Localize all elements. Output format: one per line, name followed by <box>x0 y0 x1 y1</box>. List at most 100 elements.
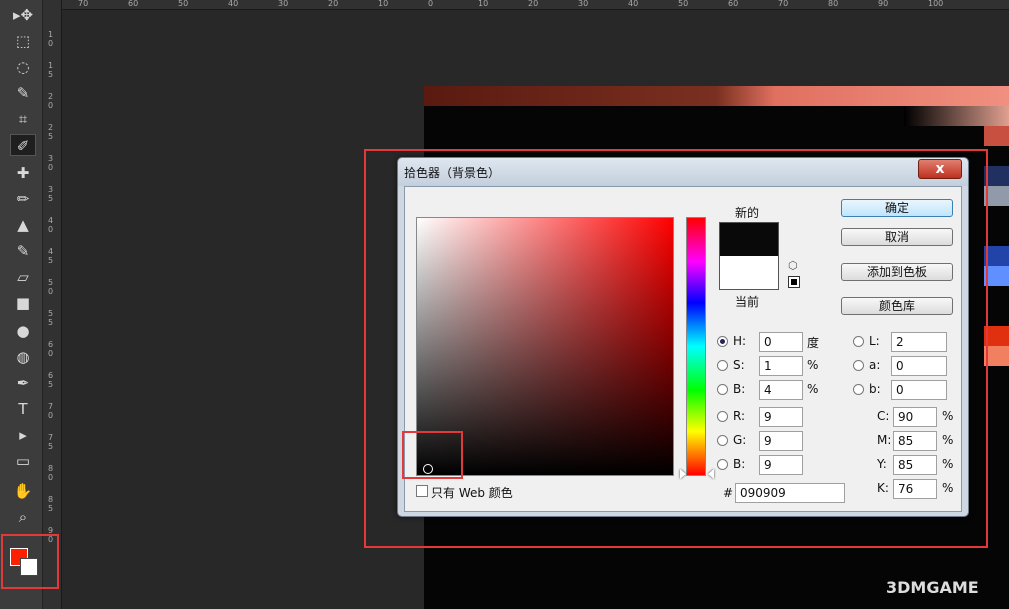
blue-radio[interactable] <box>717 459 728 470</box>
brush-icon[interactable]: ✏ <box>10 188 36 210</box>
cyan-input[interactable]: 90 <box>893 407 937 427</box>
quick-select-icon[interactable]: ✎ <box>10 82 36 104</box>
dialog-titlebar[interactable]: 拾色器（背景色） x <box>398 158 968 186</box>
history-brush-icon[interactable]: ✎ <box>10 240 36 262</box>
hruler-tick-label: 50 <box>678 0 689 8</box>
hue-unit: 度 <box>807 336 820 350</box>
vruler-tick-label: 25 <box>48 123 54 141</box>
green-input[interactable]: 9 <box>759 431 803 451</box>
zoom-icon[interactable]: ⌕ <box>10 506 36 528</box>
brightness-unit: % <box>807 382 819 396</box>
move-icon[interactable]: ▸✥ <box>10 4 36 26</box>
magenta-unit: % <box>942 433 954 447</box>
magenta-input[interactable]: 85 <box>893 431 937 451</box>
close-button[interactable]: x <box>918 159 962 179</box>
add-to-swatches-button[interactable]: 添加到色板 <box>841 263 953 281</box>
hruler-tick-label: 90 <box>878 0 889 8</box>
vruler-tick-label: 50 <box>48 278 54 296</box>
gradient-icon[interactable]: ■ <box>10 292 36 314</box>
hruler-tick-label: 50 <box>178 0 189 8</box>
lab-b-input[interactable]: 0 <box>891 380 947 400</box>
hue-slider[interactable] <box>686 217 706 476</box>
color-picker-dialog: 拾色器（背景色） x 新的 当前 ⬡ 确定 取消 添加到色板 颜色库 H: 0 … <box>397 157 969 517</box>
dialog-title: 拾色器（背景色） <box>404 166 501 180</box>
yellow-unit: % <box>942 457 954 471</box>
vruler-tick-label: 40 <box>48 216 54 234</box>
black-unit: % <box>942 481 954 495</box>
hruler-tick-label: 70 <box>78 0 89 8</box>
watermark: 3DMGAME <box>886 578 979 597</box>
lab-l-label: L: <box>869 334 880 348</box>
blue-label: B: <box>733 457 746 471</box>
hue-label: H: <box>733 334 747 348</box>
3d-cube-icon[interactable]: ⬡ <box>788 259 798 272</box>
vruler-tick-label: 80 <box>48 464 54 482</box>
new-color-swatch <box>719 222 779 256</box>
hex-label: # <box>723 486 734 500</box>
saturation-label: S: <box>733 358 745 372</box>
new-color-label: 新的 <box>735 206 760 220</box>
marquee-icon[interactable]: ⬚ <box>10 30 36 52</box>
vertical-ruler: 10 15 20 25 30 35 40 45 50 55 60 65 70 75 80 85 90 <box>43 0 62 609</box>
vruler-tick-label: 75 <box>48 433 54 451</box>
lab-a-radio[interactable] <box>853 360 864 371</box>
hand-icon[interactable]: ✋ <box>10 480 36 502</box>
lab-l-radio[interactable] <box>853 336 864 347</box>
blue-input[interactable]: 9 <box>759 455 803 475</box>
rectangle-icon[interactable]: ▭ <box>10 450 36 472</box>
stamp-icon[interactable]: ▲ <box>10 214 36 236</box>
current-color-swatch[interactable] <box>719 256 779 290</box>
blur-icon[interactable]: ● <box>10 320 36 342</box>
lasso-icon[interactable]: ◌ <box>10 56 36 78</box>
web-colors-only-label: 只有 Web 颜色 <box>431 486 513 500</box>
hue-slider-right-arrow[interactable] <box>708 469 714 479</box>
color-picker-marker[interactable] <box>423 464 433 474</box>
hue-input[interactable]: 0 <box>759 332 803 352</box>
hex-input[interactable]: 090909 <box>735 483 845 503</box>
ok-button[interactable]: 确定 <box>841 199 953 217</box>
green-radio[interactable] <box>717 435 728 446</box>
saturation-radio[interactable] <box>717 360 728 371</box>
vruler-tick-label: 85 <box>48 495 54 513</box>
eraser-icon[interactable]: ▱ <box>10 266 36 288</box>
background-color-swatch[interactable] <box>20 558 38 576</box>
lab-b-radio[interactable] <box>853 384 864 395</box>
brightness-radio[interactable] <box>717 384 728 395</box>
dialog-body: 新的 当前 ⬡ 确定 取消 添加到色板 颜色库 H: 0 度 S: 1 % B:… <box>404 186 962 512</box>
saturation-brightness-field[interactable] <box>416 217 674 476</box>
red-radio[interactable] <box>717 411 728 422</box>
vruler-tick-label: 65 <box>48 371 54 389</box>
path-select-icon[interactable]: ▸ <box>10 424 36 446</box>
pen-icon[interactable]: ✒ <box>10 372 36 394</box>
eyedropper-icon[interactable]: ✐ <box>10 134 36 156</box>
hruler-tick-label: 40 <box>628 0 639 8</box>
vruler-tick-label: 20 <box>48 92 54 110</box>
hruler-tick-label: 70 <box>778 0 789 8</box>
web-colors-only-checkbox[interactable] <box>416 485 428 497</box>
vruler-tick-label: 15 <box>48 61 54 79</box>
healing-icon[interactable]: ✚ <box>10 162 36 184</box>
brightness-input[interactable]: 4 <box>759 380 803 400</box>
vruler-tick-label: 55 <box>48 309 54 327</box>
red-input[interactable]: 9 <box>759 407 803 427</box>
cancel-button[interactable]: 取消 <box>841 228 953 246</box>
crop-icon[interactable]: ⌗ <box>10 108 36 130</box>
lab-a-input[interactable]: 0 <box>891 356 947 376</box>
cyan-unit: % <box>942 409 954 423</box>
web-safe-alert-icon[interactable] <box>788 276 800 288</box>
vruler-tick-label: 10 <box>48 30 54 48</box>
green-label: G: <box>733 433 747 447</box>
hue-slider-left-arrow[interactable] <box>680 469 686 479</box>
vruler-tick-label: 35 <box>48 185 54 203</box>
black-input[interactable]: 76 <box>893 479 937 499</box>
hruler-tick-label: 100 <box>928 0 944 8</box>
hue-radio[interactable] <box>717 336 728 347</box>
hruler-tick-label: 10 <box>378 0 389 8</box>
tools-panel: ▸✥ ⬚ ◌ ✎ ⌗ ✐ ✚ ✏ ▲ ✎ ▱ ■ ● ◍ ✒ T ▸ ▭ ✋ ⌕ <box>0 0 43 609</box>
saturation-input[interactable]: 1 <box>759 356 803 376</box>
lab-l-input[interactable]: 2 <box>891 332 947 352</box>
type-icon[interactable]: T <box>10 398 36 420</box>
color-libraries-button[interactable]: 颜色库 <box>841 297 953 315</box>
yellow-input[interactable]: 85 <box>893 455 937 475</box>
dodge-icon[interactable]: ◍ <box>10 346 36 368</box>
